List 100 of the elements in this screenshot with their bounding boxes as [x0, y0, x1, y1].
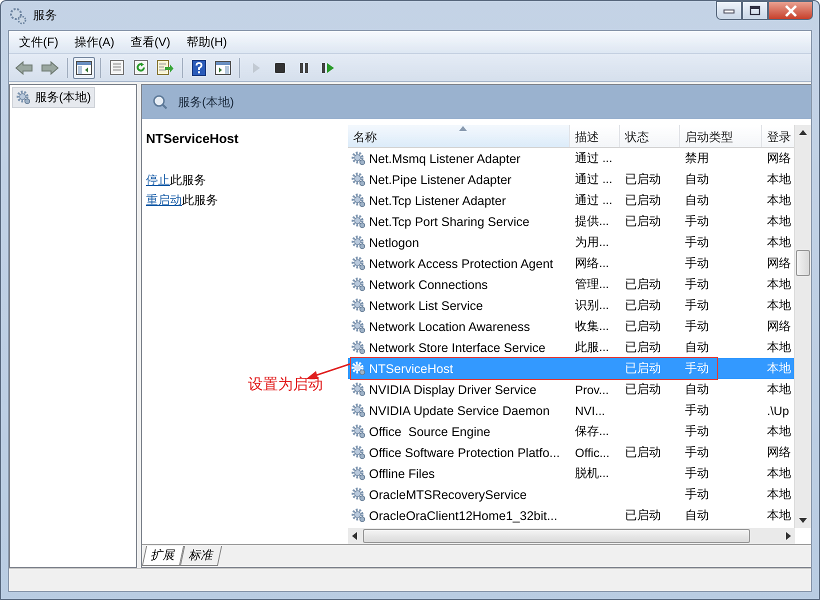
table-row[interactable]: Net.Tcp Port Sharing Service 提供... 已启动 手动 本地: [348, 211, 794, 232]
table-cell: 手动: [685, 403, 709, 417]
gear-icon: [351, 424, 366, 439]
table-cell: 网络: [767, 445, 791, 459]
gear-icon: [16, 90, 31, 105]
table-row[interactable]: NVIDIA Display Driver Service Prov... 已启动 自动 本地: [348, 379, 794, 400]
panel-title: 服务(本地): [178, 94, 234, 110]
table-cell: 本地: [767, 340, 791, 354]
table-cell: 本地: [767, 214, 791, 228]
minimize-button[interactable]: [716, 1, 742, 20]
service-name-cell: Network Connections: [369, 278, 488, 292]
gears-icon: [9, 6, 27, 24]
table-cell: 本地: [767, 361, 791, 375]
table-cell: 已启动: [625, 508, 661, 522]
menu-item[interactable]: 帮助(H): [178, 32, 235, 52]
search-icon: [152, 94, 168, 110]
column-header[interactable]: 启动类型: [680, 125, 762, 147]
gear-icon: [351, 466, 366, 481]
table-row[interactable]: Offline Files 脱机... 手动 本地: [348, 463, 794, 484]
vertical-scrollbar[interactable]: [794, 125, 811, 528]
close-button[interactable]: [768, 1, 813, 20]
table-row[interactable]: Netlogon 为用... 手动 本地: [348, 232, 794, 253]
table-row[interactable]: Network Store Interface Service 此服... 已启动 自动 本地: [348, 337, 794, 358]
action-link[interactable]: 重启动: [146, 193, 182, 207]
table-cell: 管理...: [575, 277, 610, 291]
table-cell: 本地: [767, 193, 791, 207]
table-cell: 已启动: [625, 277, 661, 291]
table-row[interactable]: OracleOraClient12Home1_32bit... 已启动 自动 本地: [348, 505, 794, 526]
resume-icon: [321, 62, 335, 74]
table-cell: 已启动: [625, 382, 661, 396]
stop-icon: [274, 62, 286, 74]
action-line: 停止此服务: [146, 172, 207, 189]
table-cell: NVI...: [575, 404, 606, 418]
tab[interactable]: 扩展: [142, 546, 184, 566]
gear-icon: [351, 487, 366, 502]
table-cell: 通过 ...: [575, 172, 612, 186]
service-name-cell: NTServiceHost: [369, 362, 454, 376]
table-cell: .\Up: [767, 404, 790, 418]
table-cell: 本地: [767, 235, 791, 249]
action-link[interactable]: 停止: [146, 173, 170, 187]
scroll-thumb[interactable]: [363, 529, 750, 543]
table-row[interactable]: Network Access Protection Agent 网络... 手动 网络: [348, 253, 794, 274]
scroll-thumb[interactable]: [796, 250, 810, 276]
table-row[interactable]: NVIDIA Update Service Daemon NVI... 手动 .\Up: [348, 400, 794, 421]
table-cell: 本地: [767, 508, 791, 522]
table-cell: 已启动: [625, 340, 661, 354]
service-name: NTServiceHost: [146, 131, 240, 146]
service-name-cell: Netlogon: [369, 236, 420, 250]
tree-item[interactable]: 服务(本地): [12, 87, 95, 108]
table-row[interactable]: Network List Service 识别... 已启动 手动 本地: [348, 295, 794, 316]
table-cell: 本地: [767, 487, 791, 501]
table-cell: 脱机...: [575, 466, 610, 480]
table-cell: 网络: [767, 256, 791, 270]
table-row[interactable]: Network Location Awareness 收集... 已启动 手动 网络: [348, 316, 794, 337]
menu-item[interactable]: 操作(A): [66, 32, 122, 52]
column-header[interactable]: 状态: [620, 125, 680, 147]
menu-item[interactable]: 查看(V): [122, 32, 178, 52]
tab[interactable]: 标准: [180, 546, 222, 566]
table-cell: 网络: [767, 319, 791, 333]
console-tree-button[interactable]: [73, 56, 95, 78]
scroll-left-icon: [352, 532, 357, 540]
table-cell: 本地: [767, 424, 791, 438]
table-cell: 已启动: [625, 214, 661, 228]
gear-icon: [351, 382, 366, 397]
maximize-button[interactable]: [742, 1, 768, 20]
table-cell: 手动: [685, 445, 709, 459]
table-cell: 已启动: [625, 193, 661, 207]
table-cell: Prov...: [575, 382, 609, 396]
table-cell: 为用...: [575, 235, 610, 249]
menu-item[interactable]: 文件(F): [11, 32, 66, 52]
gear-icon: [351, 256, 366, 271]
table-row[interactable]: Net.Tcp Listener Adapter 通过 ... 已启动 自动 本地: [348, 190, 794, 211]
column-header[interactable]: 描述: [570, 125, 620, 147]
table-cell: 已启动: [625, 445, 661, 459]
table-row[interactable]: Office Software Protection Platfo... Offic... 已启动 手动 网络: [348, 442, 794, 463]
service-name-cell: Net.Pipe Listener Adapter: [369, 172, 512, 186]
sort-caret-icon: [458, 126, 466, 131]
gear-icon: [351, 361, 366, 376]
scroll-right-icon: [786, 532, 791, 540]
gear-icon: [351, 151, 366, 166]
gear-icon: [351, 445, 366, 460]
service-name-cell: Net.Tcp Port Sharing Service: [369, 214, 530, 228]
table-row[interactable]: Net.Pipe Listener Adapter 通过 ... 已启动 自动 本地: [348, 169, 794, 190]
service-name-cell: Network Location Awareness: [369, 320, 530, 334]
table-cell: 保存...: [575, 424, 610, 438]
minimize-icon: [723, 8, 735, 14]
table-row[interactable]: OracleMTSRecoveryService 手动 本地: [348, 484, 794, 505]
table-cell: 手动: [685, 214, 709, 228]
table-row[interactable]: Net.Msmq Listener Adapter 通过 ... 禁用 网络: [348, 148, 794, 169]
table-row[interactable]: Network Connections 管理... 已启动 手动 本地: [348, 274, 794, 295]
gear-icon: [351, 235, 366, 250]
table-cell: 自动: [685, 382, 709, 396]
horizontal-scrollbar[interactable]: [348, 528, 795, 544]
service-name-cell: Office Source Engine: [369, 424, 490, 438]
maximize-icon: [749, 5, 761, 16]
column-header[interactable]: 名称: [348, 125, 570, 147]
table-cell: 通过 ...: [575, 193, 612, 207]
annotation-label: 设置为启动: [248, 375, 323, 394]
table-row[interactable]: Office Source Engine 保存... 手动 本地: [348, 421, 794, 442]
table-cell: 收集...: [575, 319, 610, 333]
